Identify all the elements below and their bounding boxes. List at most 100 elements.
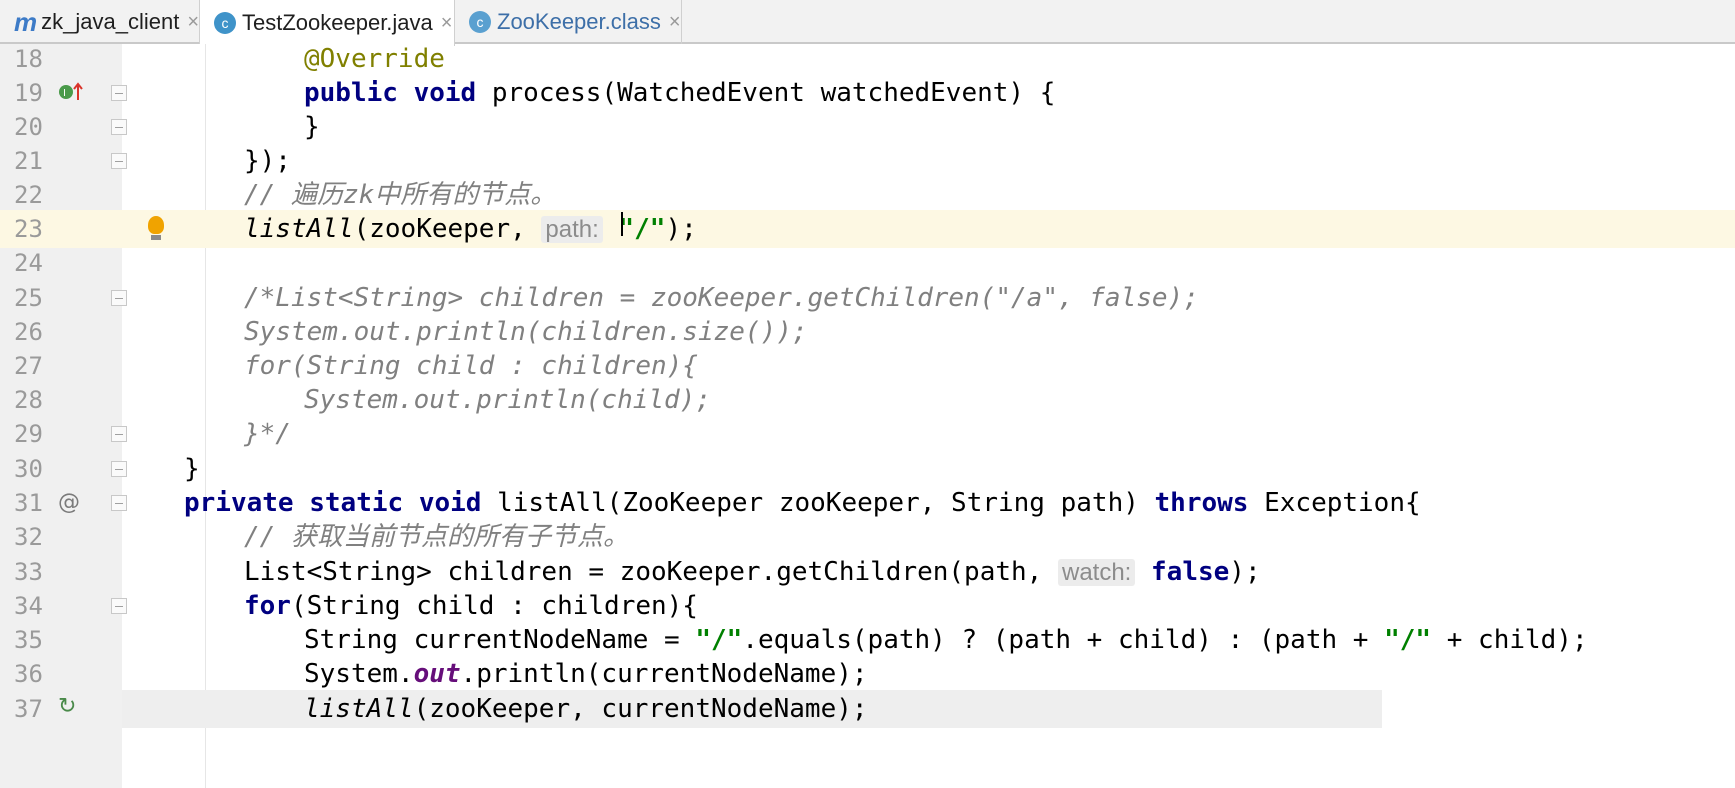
comment: for(String child : children){ <box>244 351 698 381</box>
method-call: listAll <box>304 694 414 724</box>
line-number: 24 <box>14 249 43 277</box>
recursive-call-icon[interactable]: ↻ <box>58 694 76 720</box>
string-literal: "/" <box>618 214 666 244</box>
tab-label: zk_java_client <box>41 9 180 34</box>
line-number: 30 <box>14 455 43 483</box>
fold-marker[interactable] <box>111 461 127 477</box>
code-line[interactable]: listAll(zooKeeper, currentNodeName); <box>122 690 1382 728</box>
code-line[interactable]: 26 System.out.println(children.size()); <box>0 313 1735 351</box>
line-number: 22 <box>14 181 43 209</box>
class-icon: c <box>469 11 491 33</box>
code-text: ); <box>665 214 697 244</box>
code-text: String currentNodeName = <box>304 625 696 655</box>
at-icon[interactable]: @ <box>58 490 80 516</box>
code-line[interactable]: 28 System.out.println(child); <box>0 381 1735 419</box>
method-call: listAll <box>244 214 354 244</box>
annotation: @Override <box>304 44 445 74</box>
line-number: 23 <box>14 215 43 243</box>
editor-tab-bar: m zk_java_client × c TestZookeeper.java … <box>0 0 1735 46</box>
code-line[interactable]: 24 <box>0 244 1735 282</box>
code-line[interactable]: 29 }*/ <box>0 415 1735 453</box>
line-number: 33 <box>14 558 43 586</box>
maven-module-icon: m <box>14 6 38 37</box>
code-text: System. <box>304 659 414 689</box>
code-text: Exception{ <box>1248 488 1421 518</box>
code-line[interactable]: 27 for(String child : children){ <box>0 347 1735 385</box>
code-line[interactable]: 30 } <box>0 450 1735 488</box>
text-cursor <box>621 212 623 236</box>
code-line[interactable]: 21 }); <box>0 142 1735 180</box>
code-line-current[interactable]: 23 listAll(zooKeeper, path: "/"); <box>0 210 1735 248</box>
code-line[interactable]: 32 // 获取当前节点的所有子节点。 <box>0 518 1735 556</box>
line-number: 20 <box>14 113 43 141</box>
lightbulb-icon[interactable] <box>148 216 164 240</box>
comment: System.out.println(children.size()); <box>244 317 808 347</box>
close-icon[interactable]: × <box>669 11 681 34</box>
code-line[interactable]: 20 } <box>0 108 1735 146</box>
line-number: 25 <box>14 284 43 312</box>
code-text: (zooKeeper, <box>353 214 542 244</box>
svg-text:I: I <box>63 88 66 99</box>
code-text: List<String> children = zooKeeper.getChi… <box>244 557 1058 587</box>
keyword: throws <box>1154 488 1249 518</box>
keyword: void <box>413 78 477 108</box>
code-line[interactable]: 25 /*List<String> children = zooKeeper.g… <box>0 279 1735 317</box>
fold-marker[interactable] <box>111 85 127 101</box>
tab-label: TestZookeeper.java <box>242 10 433 35</box>
close-icon[interactable]: × <box>441 12 453 35</box>
keyword: static <box>309 488 404 518</box>
line-number: 19 <box>14 79 43 107</box>
keyword: public <box>304 78 398 108</box>
line-number: 36 <box>14 660 43 688</box>
keyword: void <box>418 488 482 518</box>
code-line[interactable]: 36 System.out.println(currentNodeName); <box>0 655 1735 693</box>
code-text: ); <box>1229 557 1261 587</box>
fold-marker[interactable] <box>111 290 127 306</box>
line-number: 21 <box>14 147 43 175</box>
code-line[interactable]: 35 String currentNodeName = "/".equals(p… <box>0 621 1735 659</box>
code-text: } <box>184 454 200 484</box>
code-text: .equals(path) ? (path + child) : (path + <box>742 625 1385 655</box>
line-number: 26 <box>14 318 43 346</box>
line-number: 37 <box>14 695 43 723</box>
implements-icon[interactable]: I <box>58 80 86 111</box>
code-text: } <box>304 112 320 142</box>
comment: }*/ <box>244 419 291 449</box>
code-text: (String child : children){ <box>290 591 698 621</box>
fold-marker[interactable] <box>111 495 127 511</box>
fold-marker[interactable] <box>111 426 127 442</box>
code-line[interactable]: 18 @Override <box>0 40 1735 78</box>
tab-zookeeper-class[interactable]: c ZooKeeper.class × <box>455 0 682 44</box>
code-text: }); <box>244 146 291 176</box>
fold-marker[interactable] <box>111 153 127 169</box>
code-line[interactable]: 31 @ private static void listAll(ZooKeep… <box>0 484 1735 522</box>
string-literal: "/" <box>695 625 743 655</box>
code-line[interactable]: 22 // 遍历zk中所有的节点。 <box>0 176 1735 214</box>
static-field: out <box>413 659 461 689</box>
code-line[interactable]: 34 for(String child : children){ <box>0 587 1735 625</box>
string-literal: "/" <box>1384 625 1432 655</box>
line-number: 31 <box>14 489 43 517</box>
line-number: 28 <box>14 386 43 414</box>
line-number: 35 <box>14 626 43 654</box>
keyword: false <box>1151 557 1230 587</box>
java-class-icon: c <box>214 12 236 34</box>
keyword: for <box>244 591 291 621</box>
fold-marker[interactable] <box>111 598 127 614</box>
tab-zk-java-client[interactable]: m zk_java_client × <box>0 0 200 44</box>
tab-label: ZooKeeper.class <box>497 9 661 34</box>
code-line[interactable]: 33 List<String> children = zooKeeper.get… <box>0 553 1735 591</box>
fold-marker[interactable] <box>111 119 127 135</box>
line-number: 27 <box>14 352 43 380</box>
line-number: 34 <box>14 592 43 620</box>
line-number: 29 <box>14 420 43 448</box>
line-number: 32 <box>14 523 43 551</box>
comment: System.out.println(child); <box>304 385 711 415</box>
parameter-hint: watch: <box>1057 559 1136 586</box>
comment: // 遍历zk中所有的节点。 <box>244 180 557 210</box>
code-line[interactable]: 19 I public void process(WatchedEvent wa… <box>0 74 1735 112</box>
code-text: + child); <box>1431 625 1588 655</box>
close-icon[interactable]: × <box>187 11 199 34</box>
code-text: .println(currentNodeName); <box>460 659 868 689</box>
line-number: 18 <box>14 45 43 73</box>
